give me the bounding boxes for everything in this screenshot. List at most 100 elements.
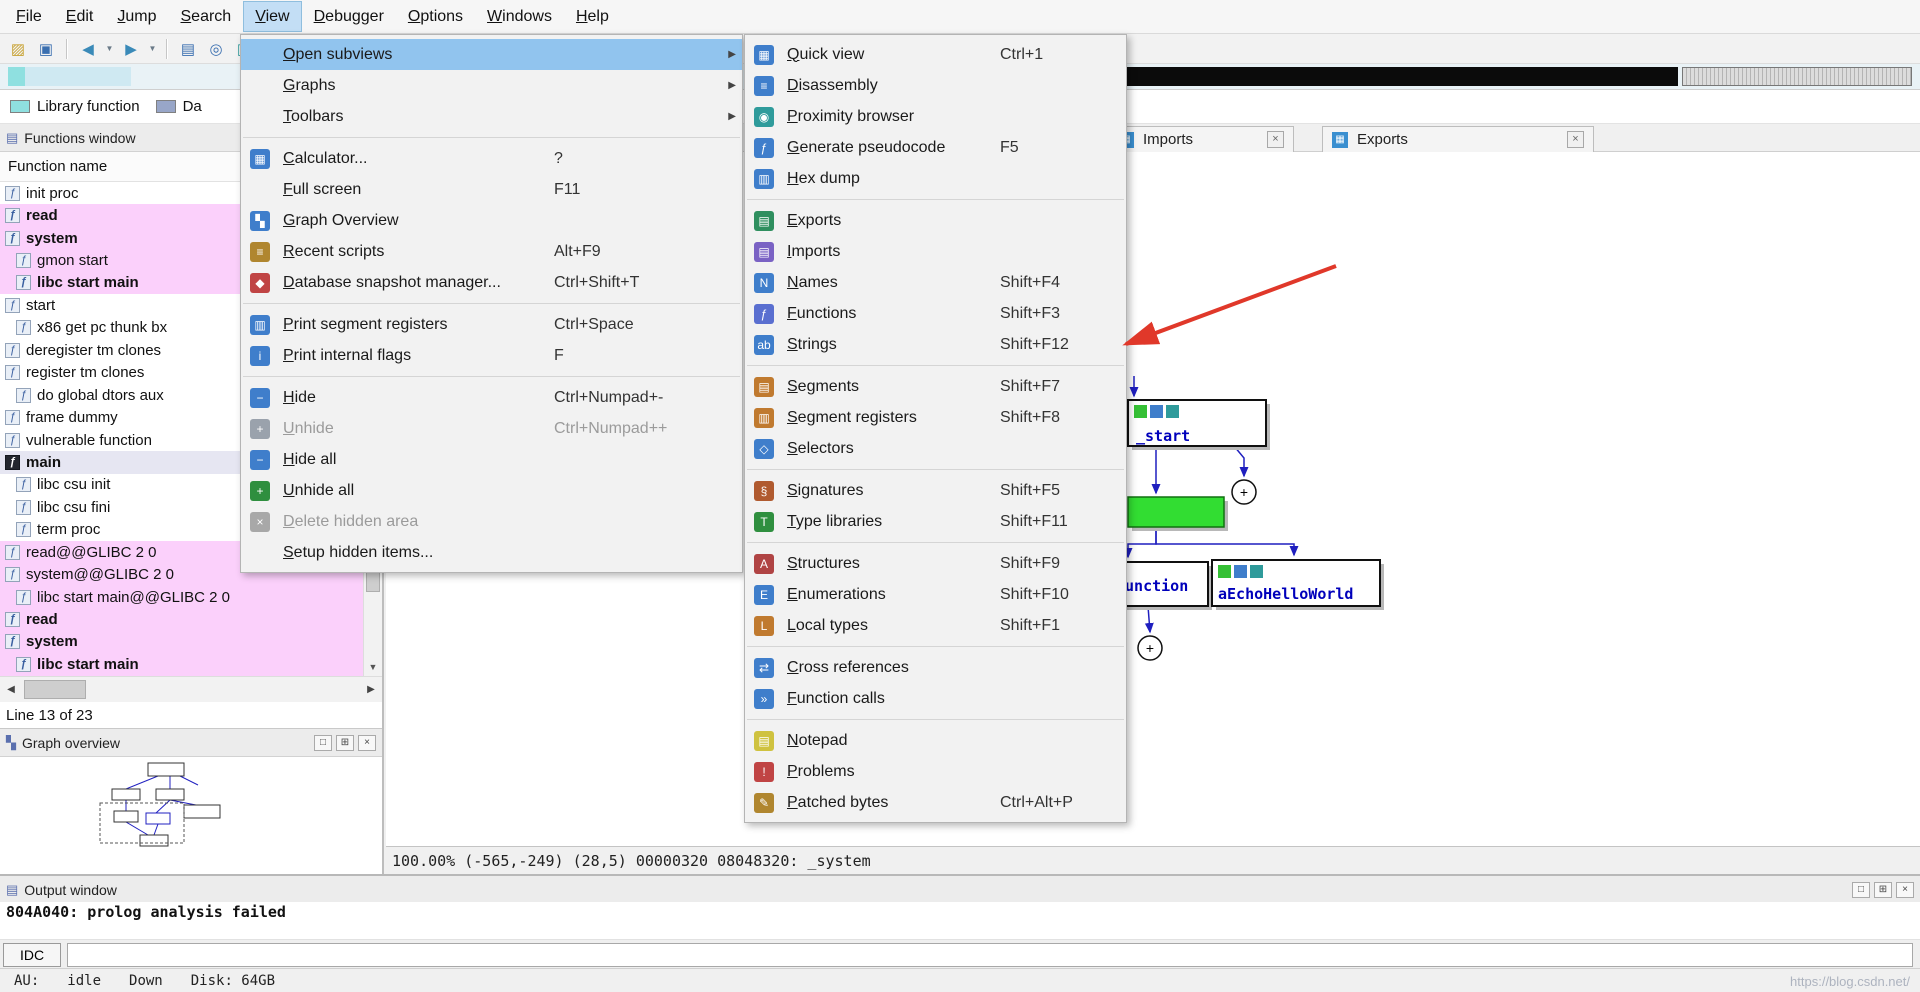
menu-item-label: Disassembly (787, 76, 878, 94)
close-icon[interactable]: × (358, 734, 376, 751)
menu-item-label: Unhide (283, 419, 334, 437)
menu-item-notepad[interactable]: ▤ Notepad (745, 725, 1126, 756)
graph-node-string[interactable]: aEchoHelloWorld (1211, 559, 1384, 610)
float-icon[interactable]: ⊞ (336, 734, 354, 751)
maximize-icon[interactable]: □ (314, 734, 332, 751)
graph-overview-titlebar[interactable]: ▚ Graph overview □ ⊞ × (0, 729, 382, 757)
function-row[interactable]: ƒ libc start main (0, 653, 363, 676)
menu-item-imports[interactable]: ▤ Imports (745, 236, 1126, 267)
menubar-item-windows[interactable]: Windows (476, 2, 563, 31)
scroll-right-icon[interactable]: ▶ (360, 677, 382, 702)
menu-item-generate-pseudocode[interactable]: ƒ Generate pseudocode F5 (745, 132, 1126, 163)
menu-item-problems[interactable]: ! Problems (745, 756, 1126, 787)
menu-item-setup-hidden-items[interactable]: Setup hidden items... (241, 537, 742, 568)
idc-button[interactable]: IDC (3, 943, 61, 967)
proximity-browser-icon: ◉ (754, 106, 774, 127)
output-window-titlebar[interactable]: ▤ Output window □ ⊞ × (0, 876, 1920, 904)
menu-item-names[interactable]: N Names Shift+F4 (745, 267, 1126, 298)
jump-address-icon[interactable]: ▤ (175, 37, 201, 61)
tab-exports[interactable]: ▦ Exports × (1322, 126, 1594, 152)
menubar-item-edit[interactable]: Edit (55, 2, 105, 31)
menu-item-toolbars[interactable]: Toolbars ▶ (241, 101, 742, 132)
tab-imports[interactable]: ▦ Imports × (1108, 126, 1294, 152)
plus-icon: + (1240, 484, 1248, 500)
menu-item-cross-references[interactable]: ⇄ Cross references (745, 652, 1126, 683)
menu-item-type-libraries[interactable]: T Type libraries Shift+F11 (745, 506, 1126, 537)
navigate-back-icon[interactable]: ◀ (75, 37, 101, 61)
function-row[interactable]: ƒ system (0, 630, 363, 654)
menu-item-functions[interactable]: ƒ Functions Shift+F3 (745, 298, 1126, 329)
search-icon[interactable]: ◎ (203, 37, 229, 61)
menubar-item-search[interactable]: Search (170, 2, 243, 31)
function-icon: ƒ (5, 410, 20, 426)
quick-view-icon: ▦ (754, 44, 774, 65)
menu-item-signatures[interactable]: § Signatures Shift+F5 (745, 475, 1126, 506)
output-log[interactable]: 804A040: prolog analysis failed (0, 902, 1920, 940)
menubar-item-help[interactable]: Help (565, 2, 620, 31)
menu-item-strings[interactable]: ab Strings Shift+F12 (745, 329, 1126, 360)
menu-item-segments[interactable]: ▤ Segments Shift+F7 (745, 371, 1126, 402)
function-row[interactable]: ƒ read (0, 608, 363, 631)
menubar-item-debugger[interactable]: Debugger (303, 2, 395, 31)
menu-item-shortcut: Shift+F1 (1000, 616, 1061, 634)
menu-item-graph-overview[interactable]: ▚ Graph Overview (241, 205, 742, 236)
menu-item-delete-hidden-area[interactable]: × Delete hidden area (241, 506, 742, 537)
menu-item-patched-bytes[interactable]: ✎ Patched bytes Ctrl+Alt+P (745, 787, 1126, 818)
horizontal-scrollbar-thumb[interactable] (24, 680, 86, 699)
menu-item-graphs[interactable]: Graphs ▶ (241, 70, 742, 101)
menu-item-recent-scripts[interactable]: ≡ Recent scripts Alt+F9 (241, 236, 742, 267)
menu-item-segment-registers[interactable]: ▥ Segment registers Shift+F8 (745, 402, 1126, 433)
menu-item-enumerations[interactable]: E Enumerations Shift+F10 (745, 579, 1126, 610)
navigate-forward-dropdown-icon-glyph: ▼ (148, 44, 157, 53)
navigate-back-dropdown-icon[interactable]: ▼ (103, 37, 116, 61)
function-row[interactable]: ƒ libc start main@@GLIBC 2 0 (0, 585, 363, 609)
menu-item-function-calls[interactable]: » Function calls (745, 683, 1126, 714)
scroll-left-icon[interactable]: ◀ (0, 677, 22, 702)
menu-item-print-segment-registers[interactable]: ▥ Print segment registers Ctrl+Space (241, 309, 742, 340)
functions-horizontal-scrollbar[interactable]: ◀ ▶ (0, 676, 382, 702)
menu-item-exports[interactable]: ▤ Exports (745, 205, 1126, 236)
navigate-forward-dropdown-icon[interactable]: ▼ (146, 37, 159, 61)
menu-item-hide-all[interactable]: − Hide all (241, 444, 742, 475)
menu-item-hide[interactable]: − Hide Ctrl+Numpad+- (241, 382, 742, 413)
graph-node-current[interactable] (1127, 496, 1228, 531)
float-icon[interactable]: ⊞ (1874, 881, 1892, 898)
menu-item-hex-dump[interactable]: ▥ Hex dump (745, 163, 1126, 194)
enumerations-icon: E (754, 584, 774, 605)
expand-node-icon[interactable]: + (1137, 635, 1163, 661)
graph-overview-minimap[interactable] (0, 757, 382, 874)
menu-item-unhide[interactable]: + Unhide Ctrl+Numpad++ (241, 413, 742, 444)
function-icon: ƒ (16, 522, 31, 538)
expand-node-icon[interactable]: + (1231, 479, 1257, 505)
command-line-input[interactable] (67, 943, 1913, 967)
close-icon[interactable]: × (1896, 881, 1914, 898)
menubar-item-file[interactable]: File (5, 2, 53, 31)
menu-separator (747, 199, 1124, 200)
menu-item-open-subviews[interactable]: Open subviews ▶ (241, 39, 742, 70)
open-file-icon[interactable]: ▨ (5, 37, 31, 61)
menu-separator (747, 719, 1124, 720)
menu-item-structures[interactable]: A Structures Shift+F9 (745, 548, 1126, 579)
menubar-item-label: Help (575, 7, 609, 25)
menu-item-database-snapshot-manager[interactable]: ◆ Database snapshot manager... Ctrl+Shift+… (241, 267, 742, 298)
menu-item-quick-view[interactable]: ▦ Quick view Ctrl+1 (745, 39, 1126, 70)
menu-item-full-screen[interactable]: Full screen F11 (241, 174, 742, 205)
close-icon[interactable]: × (1267, 131, 1284, 148)
menu-item-disassembly[interactable]: ≡ Disassembly (745, 70, 1126, 101)
menu-item-local-types[interactable]: L Local types Shift+F1 (745, 610, 1126, 641)
save-file-icon[interactable]: ▣ (33, 37, 59, 61)
menu-item-calculator[interactable]: ▦ Calculator...? (241, 143, 742, 174)
menu-item-selectors[interactable]: ◇ Selectors (745, 433, 1126, 464)
scroll-down-icon[interactable]: ▼ (364, 659, 382, 676)
navigate-forward-icon[interactable]: ▶ (118, 37, 144, 61)
maximize-icon[interactable]: □ (1852, 881, 1870, 898)
graph-node-start[interactable]: _start (1127, 399, 1270, 450)
menubar-item-options[interactable]: Options (397, 2, 474, 31)
close-icon[interactable]: × (1567, 131, 1584, 148)
menu-item-proximity-browser[interactable]: ◉ Proximity browser (745, 101, 1126, 132)
menubar-item-view[interactable]: View (243, 1, 302, 32)
menu-item-unhide-all[interactable]: + Unhide all (241, 475, 742, 506)
unhide-icon: + (250, 418, 270, 439)
menubar-item-jump[interactable]: Jump (106, 2, 167, 31)
menu-item-print-internal-flags[interactable]: i Print internal flags F (241, 340, 742, 371)
